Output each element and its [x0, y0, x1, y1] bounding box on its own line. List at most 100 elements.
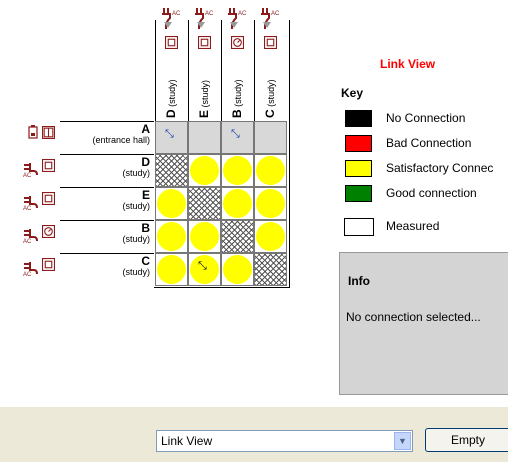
- svg-text:AC: AC: [172, 11, 181, 17]
- svg-text:AC: AC: [238, 11, 247, 17]
- matrix-cell[interactable]: [254, 154, 287, 187]
- measure-arrow-icon: ⤡: [165, 128, 174, 140]
- key-label: Good connection: [386, 186, 477, 200]
- gauge-icon: [42, 225, 55, 241]
- info-panel: Info No connection selected...: [339, 252, 508, 395]
- power-plug-icon: AC: [22, 259, 40, 280]
- key-heading: Key: [341, 86, 364, 100]
- row-name: B: [141, 221, 150, 235]
- key-swatch: [344, 218, 374, 236]
- svg-text:AC: AC: [23, 173, 32, 178]
- svg-text:AC: AC: [23, 272, 32, 277]
- column-header-c[interactable]: C (study): [254, 20, 288, 121]
- matrix-cell[interactable]: [221, 187, 254, 220]
- matrix-cell[interactable]: [221, 220, 254, 253]
- matrix-cell[interactable]: [155, 187, 188, 220]
- view-select-value: Link View: [161, 434, 213, 448]
- column-label: C (study): [263, 79, 277, 118]
- power-plug-icon: AC: [22, 160, 40, 181]
- svg-text:AC: AC: [271, 11, 280, 17]
- satisfactory-connection-dot: [223, 189, 252, 218]
- column-location: (study): [167, 79, 177, 110]
- key-swatch: [345, 185, 372, 202]
- svg-text:AC: AC: [23, 206, 32, 211]
- key-swatch: [345, 160, 372, 177]
- key-swatch: [345, 135, 372, 152]
- svg-text:AC: AC: [205, 11, 214, 17]
- view-title: Link View: [380, 57, 436, 71]
- row-header-a[interactable]: A (entrance hall): [60, 121, 154, 154]
- row-header-c[interactable]: C (study): [60, 253, 154, 286]
- monitor-icon: [42, 192, 55, 208]
- matrix-grid: AC D (study) AC E (study) AC B (study) AC C (st…: [0, 0, 300, 300]
- view-select[interactable]: Link View ▼: [156, 430, 413, 452]
- column-name: C: [263, 109, 277, 118]
- matrix-cell[interactable]: [221, 154, 254, 187]
- empty-button[interactable]: Empty: [425, 428, 508, 452]
- matrix-cell[interactable]: ⤡: [188, 253, 221, 286]
- matrix-cell[interactable]: [221, 253, 254, 286]
- column-location: (study): [233, 79, 243, 110]
- satisfactory-connection-dot: [223, 255, 252, 284]
- matrix-cell[interactable]: [188, 220, 221, 253]
- row-location: (study): [122, 201, 150, 211]
- key-swatch: [345, 110, 372, 127]
- monitor-icon: [42, 258, 55, 274]
- column-header-d[interactable]: D (study): [155, 20, 189, 121]
- row-header-d[interactable]: D (study): [60, 154, 154, 187]
- power-plug-icon: AC: [22, 193, 40, 214]
- key-label: No Connection: [386, 111, 466, 125]
- column-label: D (study): [164, 79, 178, 118]
- matrix-cell[interactable]: [254, 253, 287, 286]
- door-icon: [42, 126, 55, 142]
- matrix-cell[interactable]: [155, 220, 188, 253]
- matrix-cell[interactable]: [254, 220, 287, 253]
- column-header-e[interactable]: E (study): [188, 20, 222, 121]
- key-label: Measured: [386, 219, 440, 233]
- matrix-cell[interactable]: [188, 121, 221, 154]
- satisfactory-connection-dot: [190, 222, 219, 251]
- satisfactory-connection-dot: [256, 222, 285, 251]
- info-heading: Info: [348, 274, 370, 288]
- matrix-cell[interactable]: ⤡: [221, 121, 254, 154]
- column-name: E: [197, 109, 211, 118]
- matrix-cell[interactable]: [254, 121, 287, 154]
- satisfactory-connection-dot: [190, 156, 219, 185]
- column-header-b[interactable]: B (study): [221, 20, 255, 121]
- row-name: E: [141, 188, 150, 202]
- measure-arrow-icon: ⤡: [198, 260, 207, 272]
- matrix-bottom-border: [154, 287, 290, 288]
- satisfactory-connection-dot: [256, 189, 285, 218]
- row-location: (study): [122, 267, 150, 277]
- info-text: No connection selected...: [346, 310, 481, 324]
- column-location: (study): [200, 79, 210, 110]
- monitor-icon: [42, 159, 55, 175]
- row-header-e[interactable]: E (study): [60, 187, 154, 220]
- row-header-b[interactable]: B (study): [60, 220, 154, 253]
- row-location: (study): [122, 168, 150, 178]
- column-name: B: [230, 109, 244, 118]
- matrix-right-border: [289, 20, 290, 288]
- row-name: A: [141, 122, 150, 136]
- power-plug-icon: AC: [22, 226, 40, 247]
- matrix-cell[interactable]: [188, 154, 221, 187]
- row-name: C: [141, 254, 150, 268]
- measure-arrow-icon: ⤡: [231, 128, 240, 140]
- satisfactory-connection-dot: [157, 189, 186, 218]
- column-label: E (study): [197, 80, 211, 118]
- matrix-cell[interactable]: [188, 187, 221, 220]
- row-location: (study): [122, 234, 150, 244]
- key-label: Bad Connection: [386, 136, 472, 150]
- column-label: B (study): [230, 79, 244, 118]
- chevron-down-icon[interactable]: ▼: [394, 432, 411, 450]
- matrix-cell[interactable]: [155, 253, 188, 286]
- matrix-cell[interactable]: ⤡: [155, 121, 188, 154]
- matrix-cell[interactable]: [254, 187, 287, 220]
- column-name: D: [164, 109, 178, 118]
- battery-icon: [28, 125, 38, 142]
- svg-text:AC: AC: [23, 239, 32, 244]
- matrix-cell[interactable]: [155, 154, 188, 187]
- column-location: (study): [266, 79, 276, 110]
- satisfactory-connection-dot: [157, 222, 186, 251]
- satisfactory-connection-dot: [256, 156, 285, 185]
